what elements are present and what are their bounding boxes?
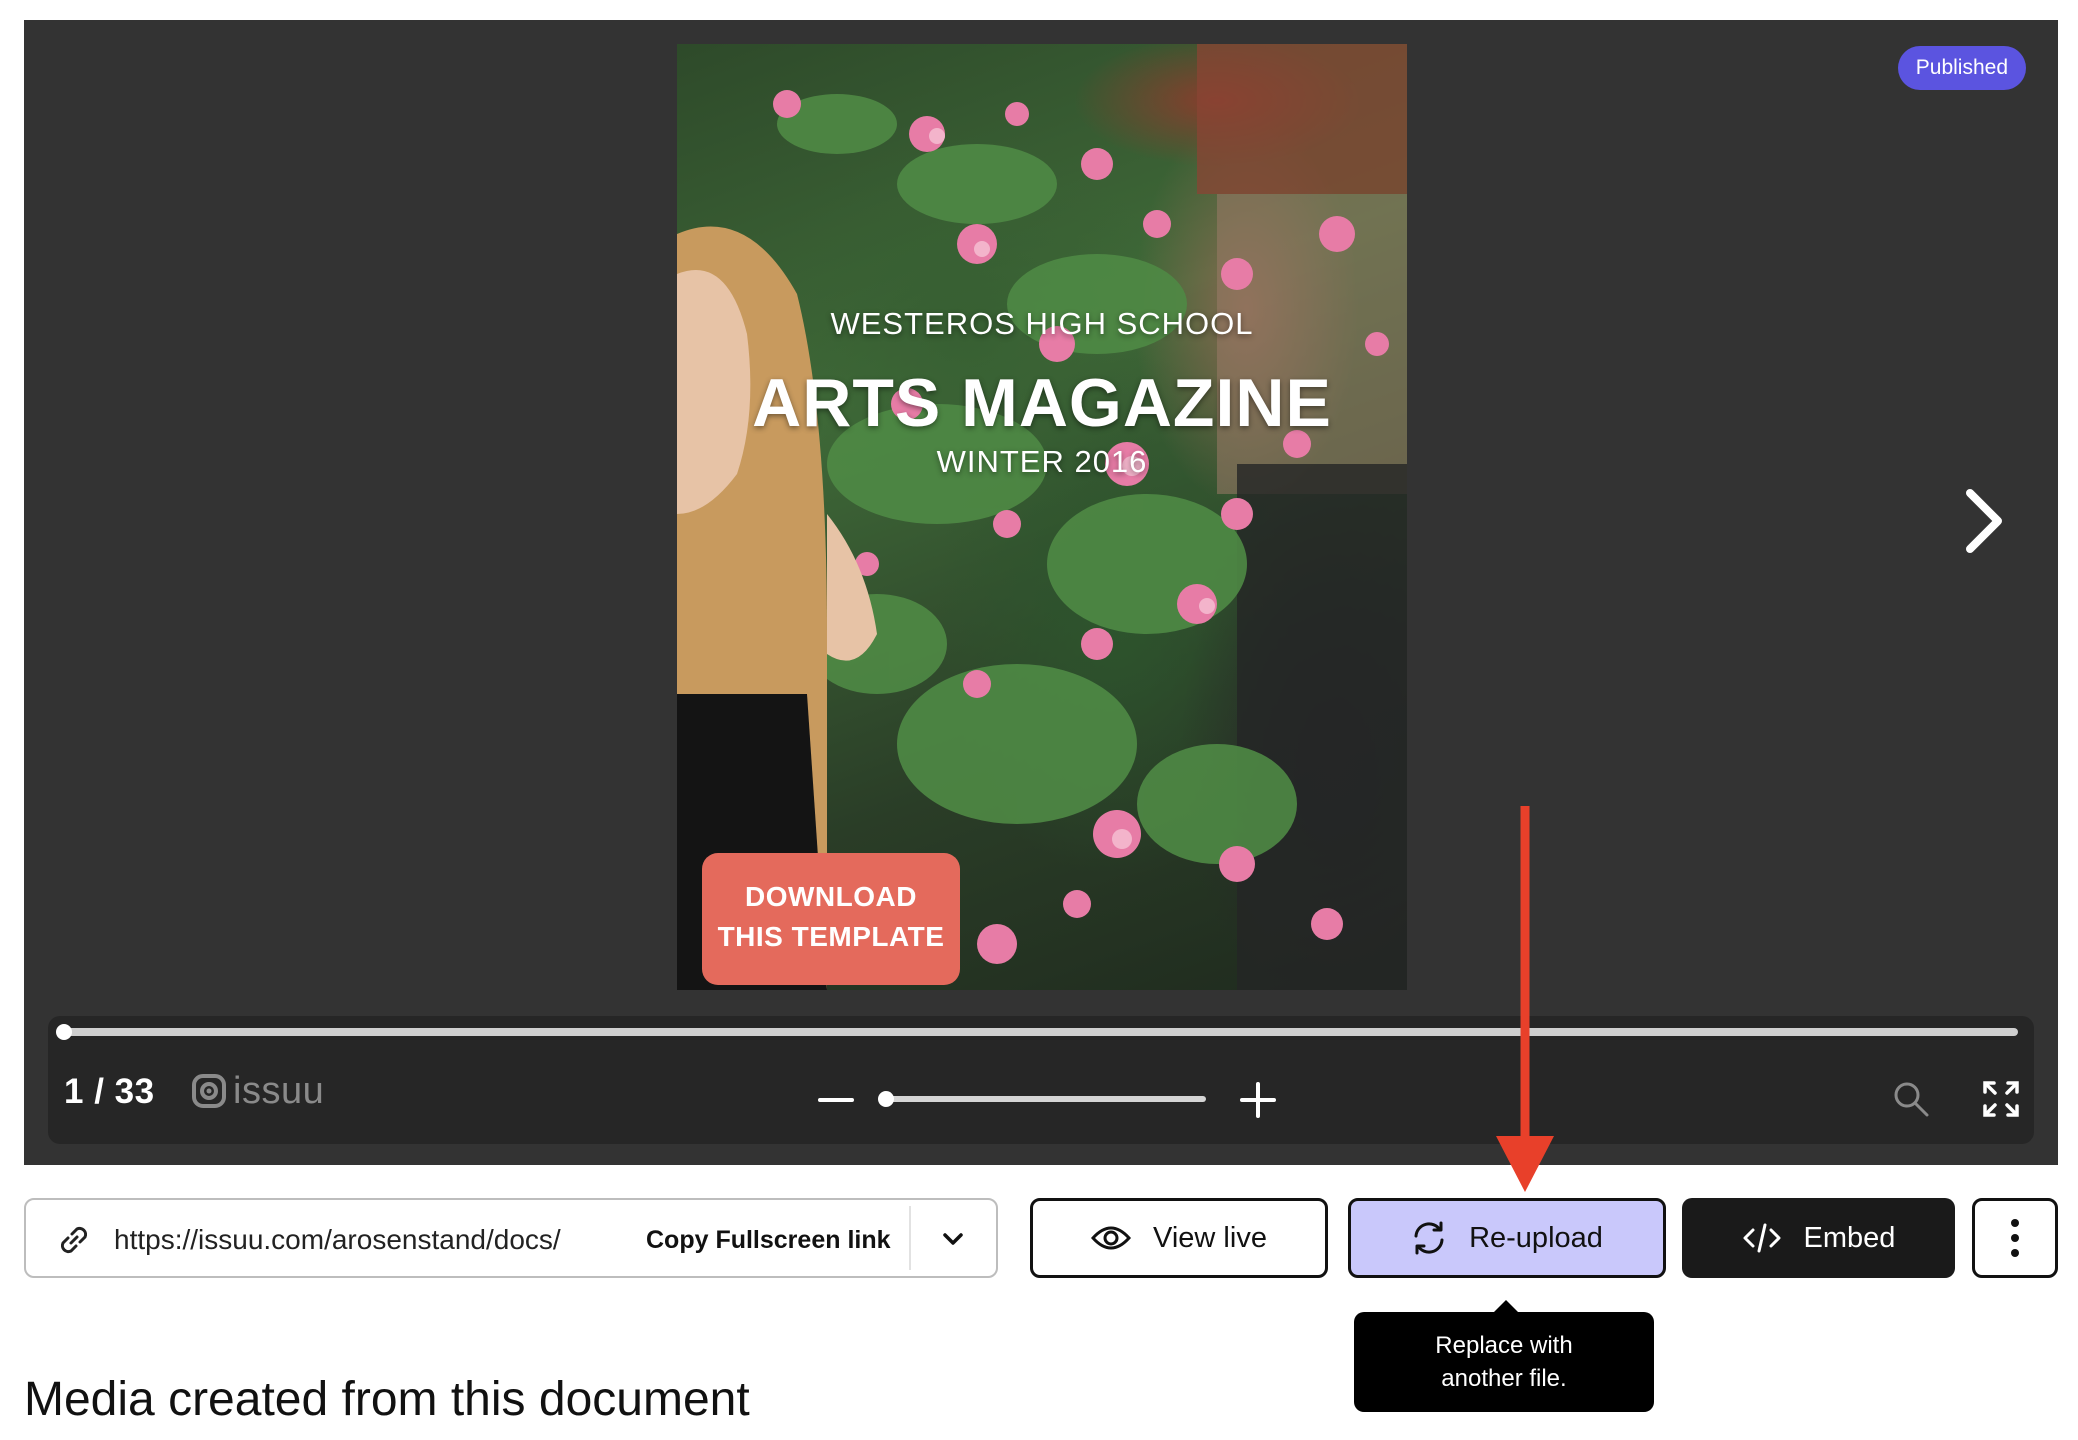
view-live-label: View live bbox=[1153, 1221, 1267, 1254]
more-options-button[interactable] bbox=[1972, 1198, 2058, 1278]
zoom-slider-track[interactable] bbox=[884, 1096, 1206, 1102]
reupload-label: Re-upload bbox=[1469, 1221, 1603, 1254]
next-arrow-icon[interactable] bbox=[1960, 485, 2008, 557]
link-divider bbox=[909, 1206, 911, 1270]
embed-label: Embed bbox=[1803, 1221, 1896, 1254]
search-icon[interactable] bbox=[1892, 1080, 1930, 1118]
annotation-arrow bbox=[1496, 806, 1554, 1192]
reupload-tooltip: Replace with another file. bbox=[1354, 1300, 1654, 1412]
more-vertical-icon bbox=[2011, 1219, 2019, 1257]
link-icon bbox=[60, 1226, 88, 1254]
chevron-down-icon[interactable] bbox=[938, 1224, 968, 1254]
document-cover-page[interactable]: WESTEROS HIGH SCHOOL ARTS MAGAZINE WINTE… bbox=[677, 44, 1407, 990]
tooltip-line-1: Replace with bbox=[1435, 1332, 1573, 1359]
viewer-control-bar: 1 / 33 issuu bbox=[48, 1016, 2034, 1144]
eye-icon bbox=[1091, 1226, 1132, 1250]
issuu-logo: issuu bbox=[191, 1068, 324, 1114]
issuu-logo-icon bbox=[192, 1074, 226, 1108]
page-progress-track[interactable] bbox=[64, 1028, 2018, 1036]
cover-subtitle: WINTER 2016 bbox=[936, 444, 1148, 479]
page-indicator: 1 / 33 bbox=[64, 1072, 155, 1111]
fullscreen-icon[interactable] bbox=[1982, 1080, 2020, 1118]
plus-icon[interactable] bbox=[1238, 1080, 1278, 1120]
cta-line-2: THIS TEMPLATE bbox=[717, 921, 945, 952]
zoom-slider-handle[interactable] bbox=[878, 1091, 894, 1107]
section-heading: Media created from this document bbox=[24, 1373, 750, 1426]
status-badge: Published bbox=[1897, 46, 2026, 90]
minus-icon[interactable] bbox=[816, 1080, 856, 1120]
document-viewer: Published WESTEROS HIGH SCHOOL ARTS MAGA… bbox=[24, 20, 2058, 1165]
brand-wordmark: issuu bbox=[233, 1069, 325, 1112]
cover-kicker-text: WESTEROS HIGH SCHOOL bbox=[830, 306, 1254, 341]
embed-button[interactable]: Embed bbox=[1682, 1198, 1955, 1278]
cover-title: ARTS MAGAZINE bbox=[752, 365, 1332, 441]
copy-fullscreen-link-button[interactable]: Copy Fullscreen link bbox=[646, 1226, 891, 1255]
reupload-button[interactable]: Re-upload bbox=[1348, 1198, 1666, 1278]
code-icon bbox=[1743, 1223, 1781, 1253]
view-live-button[interactable]: View live bbox=[1030, 1198, 1328, 1278]
tooltip-line-2: another file. bbox=[1441, 1365, 1567, 1392]
cta-line-1: DOWNLOAD bbox=[745, 881, 917, 912]
document-url[interactable]: https://issuu.com/arosenstand/docs/ bbox=[114, 1224, 624, 1256]
page-progress-handle[interactable] bbox=[56, 1024, 72, 1040]
share-link-field: https://issuu.com/arosenstand/docs/ Copy… bbox=[24, 1198, 998, 1278]
refresh-icon bbox=[1414, 1221, 1444, 1255]
download-template-cta[interactable]: DOWNLOAD THIS TEMPLATE bbox=[702, 853, 960, 985]
